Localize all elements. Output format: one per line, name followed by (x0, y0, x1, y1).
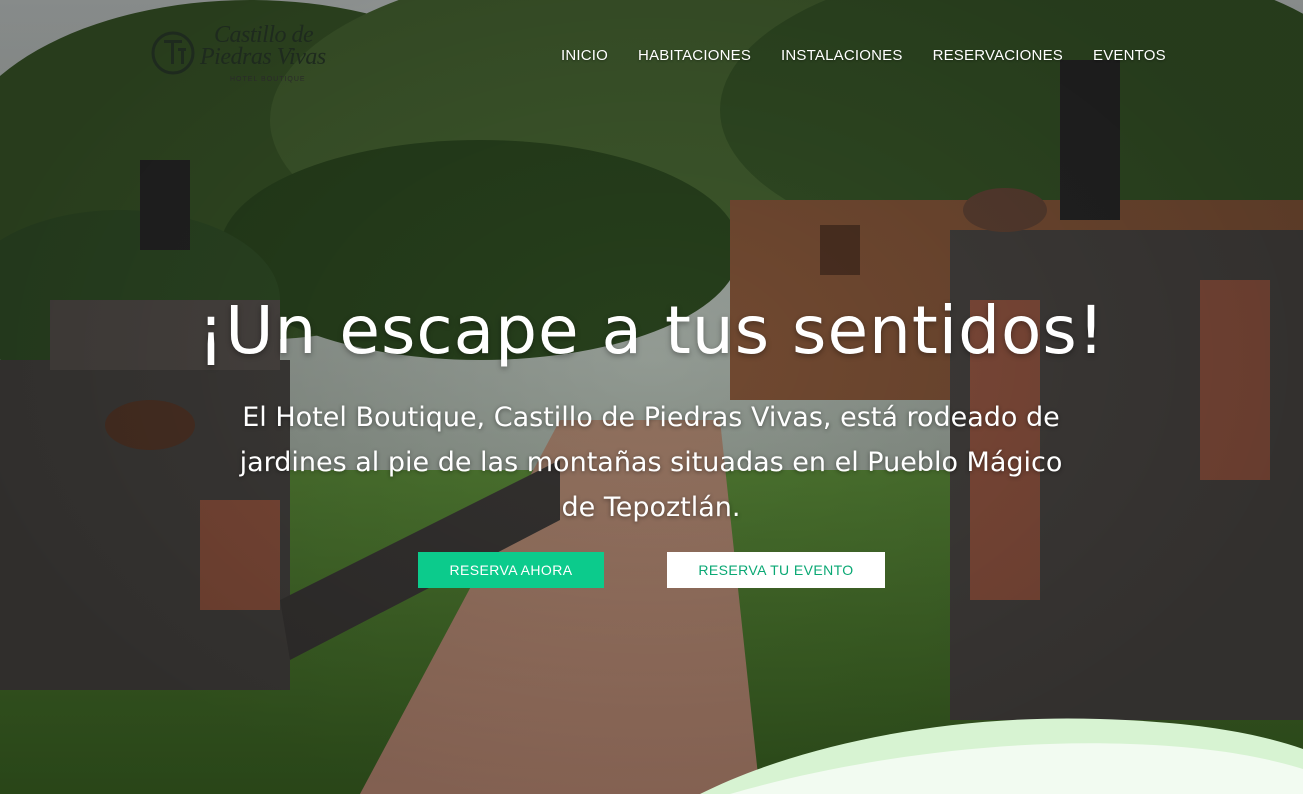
nav-item-instalaciones[interactable]: INSTALACIONES (781, 47, 903, 64)
logo-line-2: Piedras Vivas (200, 44, 326, 70)
logo-line-1: Castillo de (214, 22, 314, 48)
reserve-now-button[interactable]: RESERVA AHORA (418, 552, 604, 588)
hero-section: Castillo de Piedras Vivas HOTEL BOUTIQUE… (0, 0, 1303, 794)
hero-description: El Hotel Boutique, Castillo de Piedras V… (239, 402, 1063, 523)
logo-emblem-icon (151, 31, 195, 75)
reserve-event-button[interactable]: RESERVA TU EVENTO (667, 552, 885, 588)
logo-tagline: HOTEL BOUTIQUE (230, 76, 306, 83)
logo-wordmark: Castillo de Piedras Vivas (200, 22, 330, 70)
nav-item-eventos[interactable]: EVENTOS (1093, 47, 1166, 64)
nav-item-reservaciones[interactable]: RESERVACIONES (933, 47, 1063, 64)
nav-item-habitaciones[interactable]: HABITACIONES (638, 47, 751, 64)
decorative-wave (700, 718, 1303, 794)
brand-logo[interactable]: Castillo de Piedras Vivas HOTEL BOUTIQUE (150, 22, 330, 88)
nav-item-inicio[interactable]: INICIO (561, 47, 608, 64)
main-navigation: INICIO HABITACIONES INSTALACIONES RESERV… (561, 47, 1166, 64)
hero-title: ¡Un escape a tus sentidos! (197, 292, 1106, 369)
